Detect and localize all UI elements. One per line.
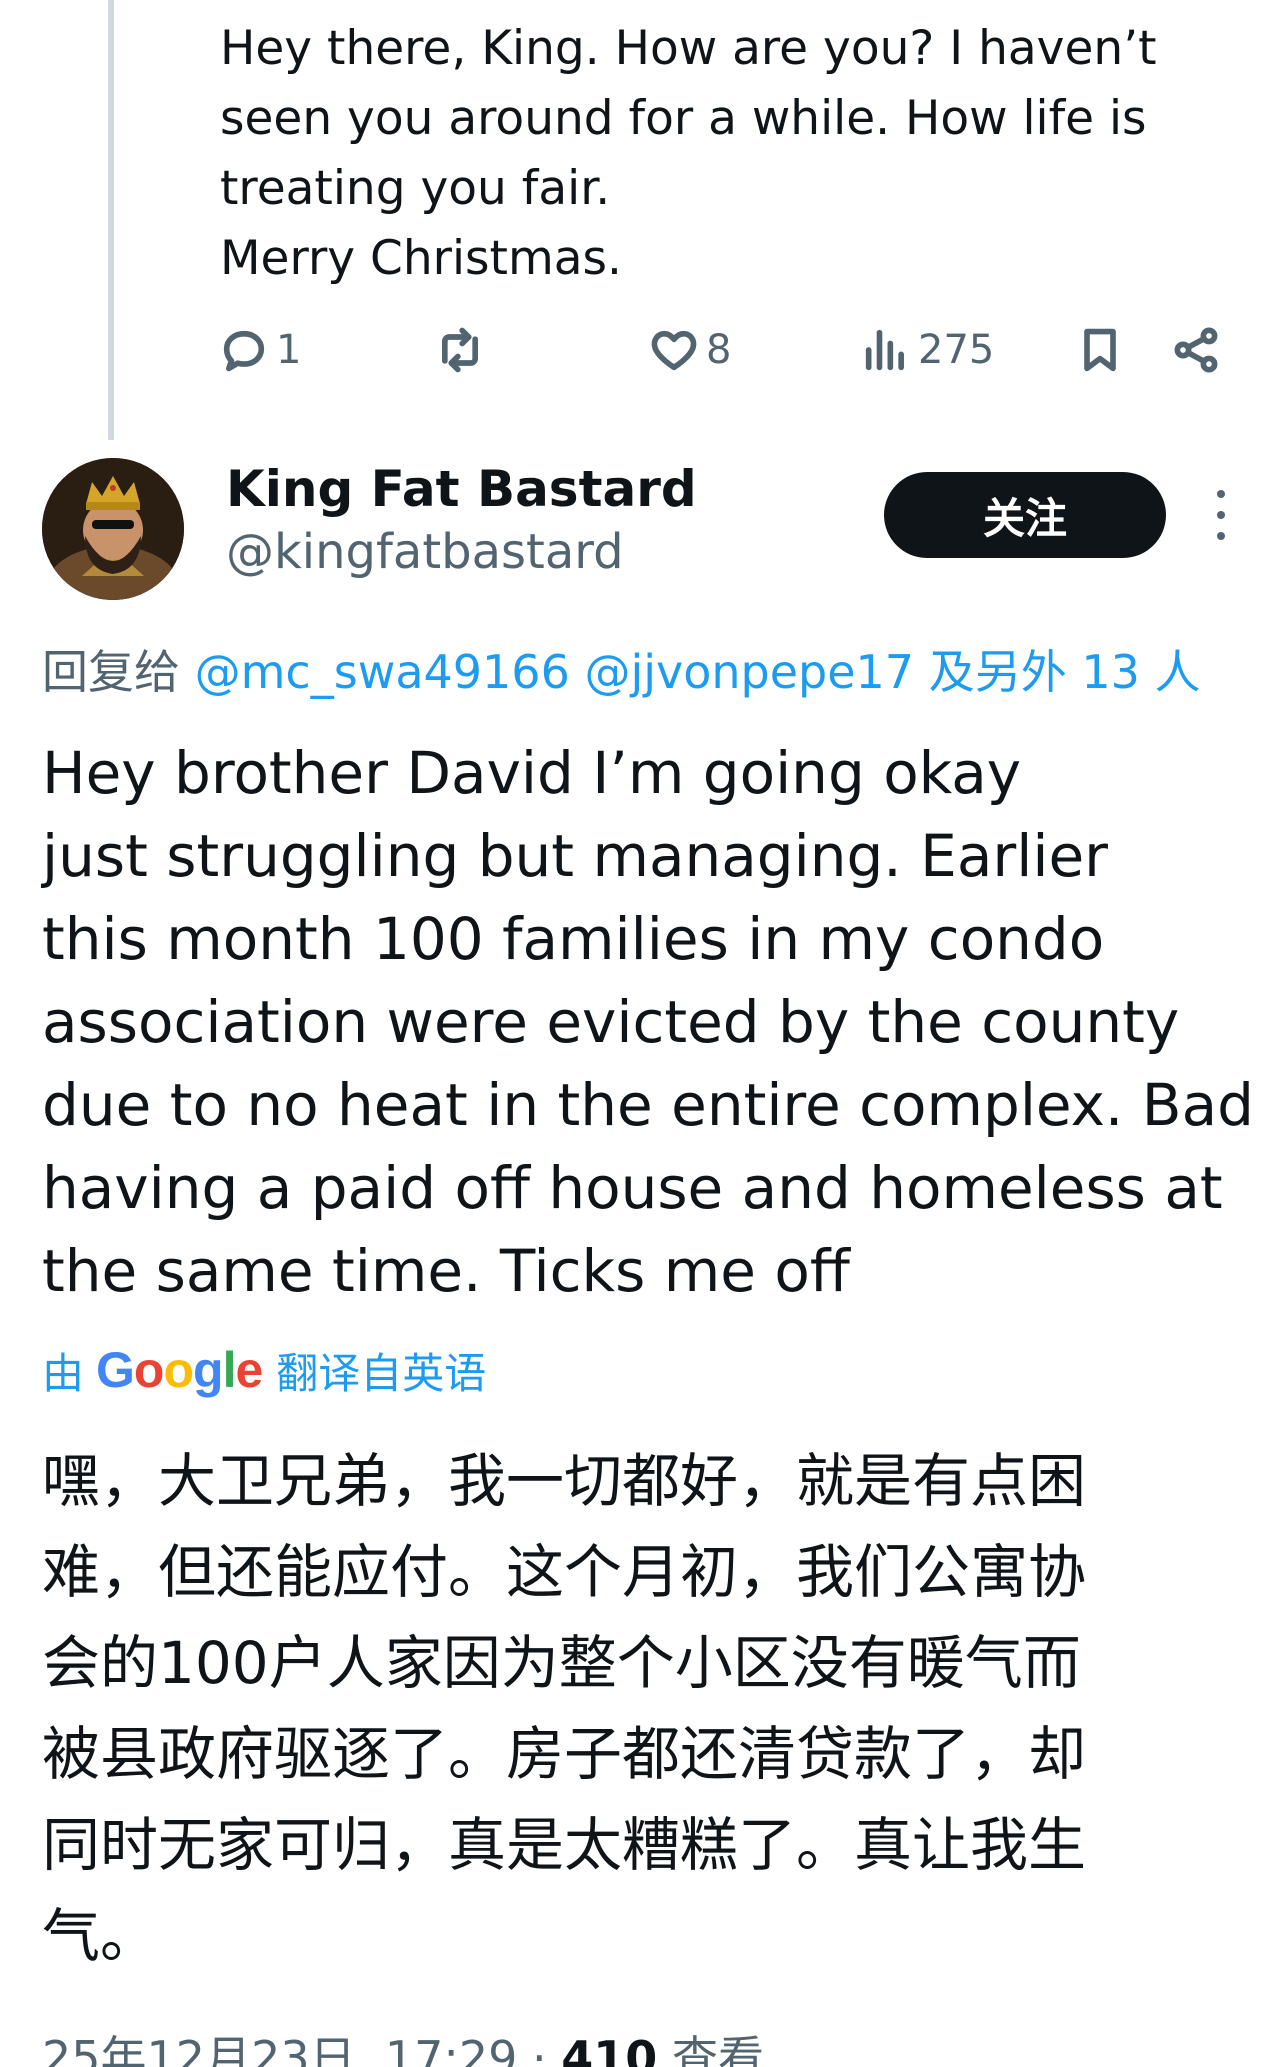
translated-text-line: 气。 xyxy=(42,1902,159,1970)
translated-text-line: 难，但还能应付。这个月初，我们公寓协 xyxy=(42,1538,1087,1606)
reply-count: 1 xyxy=(276,327,302,373)
translated-text-line: 会的100户人家因为整个小区没有暖气而 xyxy=(42,1629,1081,1697)
tweet-views-label: 查看 xyxy=(657,2031,764,2067)
translation-by: 由 xyxy=(42,1348,85,1398)
like-button[interactable]: 8 xyxy=(648,320,731,380)
reply-icon xyxy=(223,330,265,372)
translated-text-line: 同时无家可归，真是太糟糕了。真让我生 xyxy=(42,1811,1087,1879)
bookmark-icon xyxy=(1084,328,1116,372)
reply-prefix: 回复给 xyxy=(42,645,180,699)
author-handle[interactable]: @kingfatbastard xyxy=(226,524,624,580)
retweet-icon xyxy=(442,327,478,373)
more-vertical-icon xyxy=(1217,532,1225,540)
follow-button[interactable]: 关注 xyxy=(884,472,1166,558)
heart-icon xyxy=(651,330,697,371)
tweet-text-line: the same time. Ticks me off xyxy=(42,1237,850,1305)
tweet-text-line: this month 100 families in my condo xyxy=(42,905,1105,973)
tweet-text: Hey brother David I’m going okay just st… xyxy=(42,732,1254,1313)
views-count: 275 xyxy=(918,327,995,373)
more-options-button[interactable] xyxy=(1206,490,1236,540)
tweet-text-line: just struggling but managing. Earlier xyxy=(42,822,1108,890)
share-button[interactable] xyxy=(1170,320,1222,380)
translated-text-line: 被县政府驱逐了。房子都还清贷款了，却 xyxy=(42,1720,1087,1788)
meta-separator: · xyxy=(517,2031,562,2067)
reply-button[interactable]: 1 xyxy=(218,320,301,380)
reply-context: 回复给 @mc_swa49166 @jjvonpepe17 及另外 13 人 xyxy=(42,636,1200,702)
translation-attribution[interactable]: 由 Google 翻译自英语 xyxy=(42,1340,486,1400)
tweet-view-count: 410 xyxy=(561,2031,658,2067)
avatar-image xyxy=(42,458,184,600)
bookmark-button[interactable] xyxy=(1074,320,1126,380)
tweet-text-line: having a paid off house and homeless at xyxy=(42,1154,1223,1222)
author-name[interactable]: King Fat Bastard xyxy=(226,460,697,518)
tweet-text-line: due to no heat in the entire complex. Ba… xyxy=(42,1071,1254,1139)
previous-tweet-line: Hey there, King. How are you? I haven’t xyxy=(220,21,1157,76)
previous-tweet-text: Hey there, King. How are you? I haven’t … xyxy=(220,14,1220,294)
previous-tweet-line: Merry Christmas. xyxy=(220,231,622,286)
translated-text-line: 嘿，大卫兄弟，我一切都好，就是有点困 xyxy=(42,1447,1087,1515)
share-icon xyxy=(1174,327,1218,373)
views-button[interactable]: 275 xyxy=(860,320,994,380)
retweet-button[interactable] xyxy=(434,320,492,380)
like-count: 8 xyxy=(706,327,732,373)
author-avatar[interactable] xyxy=(42,458,184,600)
more-vertical-icon xyxy=(1217,511,1225,519)
bar-chart-icon xyxy=(865,329,904,371)
tweet-timestamp[interactable]: 25年12月23日, 17:29 xyxy=(42,2031,517,2067)
previous-tweet-line: seen you around for a while. How life is xyxy=(220,91,1147,146)
more-vertical-icon xyxy=(1217,490,1225,498)
reply-mentions-link[interactable]: @mc_swa49166 @jjvonpepe17 及另外 13 人 xyxy=(195,645,1201,699)
previous-tweet-line: treating you fair. xyxy=(220,161,611,216)
tweet-text-line: Hey brother David I’m going okay xyxy=(42,739,1022,807)
previous-tweet-action-bar: 1 8 275 xyxy=(0,320,1280,380)
google-logo: Google xyxy=(96,1342,263,1398)
translation-suffix: 翻译自英语 xyxy=(276,1348,487,1398)
tweet-meta: 25年12月23日, 17:29 · 410 查看 xyxy=(42,2022,764,2067)
tweet-text-line: association were evicted by the county xyxy=(42,988,1180,1056)
translated-text: 嘿，大卫兄弟，我一切都好，就是有点困 难，但还能应付。这个月初，我们公寓协 会的… xyxy=(42,1436,1252,1982)
